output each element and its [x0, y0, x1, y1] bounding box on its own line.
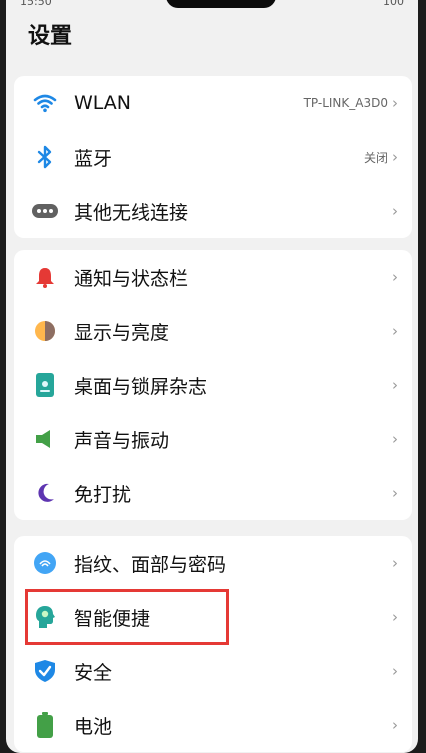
settings-item-label: 蓝牙: [74, 147, 113, 170]
settings-item-label: 通知与状态栏: [74, 267, 189, 290]
bluetooth-status-value: 关闭: [363, 150, 388, 165]
settings-item-wallpaper[interactable]: 桌面与锁屏杂志 ›: [14, 358, 412, 412]
settings-item-label: 电池: [74, 715, 113, 738]
settings-item-label: 安全: [74, 661, 113, 684]
page-title: 设置: [28, 24, 73, 49]
chevron-right-icon: ›: [392, 430, 398, 448]
display-sound-group: 通知与状态栏 › 显示与亮度 › 桌面与锁屏杂志 › 声音与振动 › 免打扰 ›: [14, 250, 412, 520]
settings-item-label: 声音与振动: [74, 429, 170, 452]
chevron-right-icon: ›: [392, 554, 398, 572]
settings-item-do-not-disturb[interactable]: 免打扰 ›: [14, 466, 412, 520]
more-connections-icon: [32, 198, 58, 224]
settings-item-security[interactable]: 安全 ›: [14, 644, 412, 698]
moon-icon: [32, 480, 58, 506]
settings-item-battery[interactable]: 电池 ›: [14, 698, 412, 752]
bell-icon: [32, 264, 58, 290]
chevron-right-icon: ›: [392, 94, 398, 112]
wifi-icon: [32, 90, 58, 116]
battery-icon: [32, 712, 58, 738]
connectivity-group: WLAN TP-LINK_A3D0 › 蓝牙 关闭 › 其他无线连接 ›: [14, 76, 412, 238]
wallpaper-icon: [32, 372, 58, 398]
settings-item-label: 智能便捷: [74, 607, 151, 630]
smart-assist-icon: [32, 604, 58, 630]
settings-item-notifications[interactable]: 通知与状态栏 ›: [14, 250, 412, 304]
brightness-icon: [32, 318, 58, 344]
settings-item-label: 指纹、面部与密码: [74, 553, 227, 576]
settings-screen: 15:50 100 设置 WLAN TP-LINK_A3D0 › 蓝牙 关闭 ›…: [6, 0, 418, 753]
settings-item-label: 其他无线连接: [74, 201, 189, 224]
chevron-right-icon: ›: [392, 322, 398, 340]
chevron-right-icon: ›: [392, 268, 398, 286]
fingerprint-icon: [32, 550, 58, 576]
chevron-right-icon: ›: [392, 484, 398, 502]
status-battery: 100: [383, 0, 404, 8]
chevron-right-icon: ›: [392, 608, 398, 626]
chevron-right-icon: ›: [392, 716, 398, 734]
status-time: 15:50: [20, 0, 52, 8]
settings-item-label: WLAN: [74, 92, 132, 114]
camera-notch: [166, 0, 276, 8]
chevron-right-icon: ›: [392, 662, 398, 680]
chevron-right-icon: ›: [392, 202, 398, 220]
settings-item-display[interactable]: 显示与亮度 ›: [14, 304, 412, 358]
wlan-network-value: TP-LINK_A3D0: [303, 96, 388, 110]
settings-item-sound[interactable]: 声音与振动 ›: [14, 412, 412, 466]
settings-item-wlan[interactable]: WLAN TP-LINK_A3D0 ›: [14, 76, 412, 130]
settings-item-label: 显示与亮度: [74, 321, 170, 344]
settings-item-smart-assist[interactable]: 智能便捷 ›: [14, 590, 412, 644]
chevron-right-icon: ›: [392, 148, 398, 166]
settings-item-fingerprint[interactable]: 指纹、面部与密码 ›: [14, 536, 412, 590]
settings-item-bluetooth[interactable]: 蓝牙 关闭 ›: [14, 130, 412, 184]
chevron-right-icon: ›: [392, 376, 398, 394]
settings-item-other-connections[interactable]: 其他无线连接 ›: [14, 184, 412, 238]
settings-item-label: 免打扰: [74, 483, 132, 506]
speaker-icon: [32, 426, 58, 452]
security-group: 指纹、面部与密码 › 智能便捷 › 安全 › 电池 ›: [14, 536, 412, 752]
settings-item-label: 桌面与锁屏杂志: [74, 375, 208, 398]
bluetooth-icon: [32, 144, 58, 170]
shield-icon: [32, 658, 58, 684]
